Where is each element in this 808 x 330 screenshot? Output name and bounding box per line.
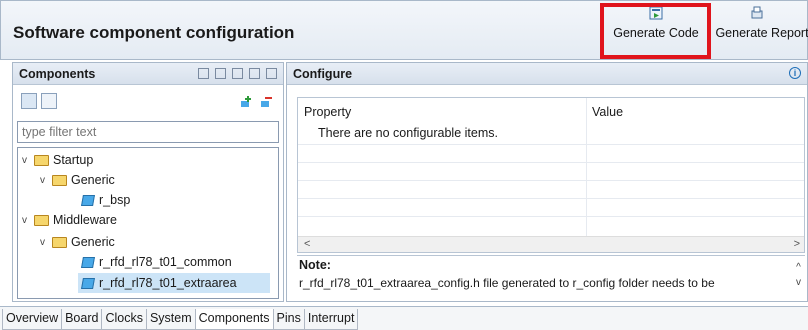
add-component-icon[interactable] [198, 68, 209, 79]
tab-system[interactable]: System [145, 309, 196, 330]
configure-panel: Configure i Property Value There are no … [286, 62, 808, 302]
note-title: Note: [299, 258, 331, 272]
tab-clocks[interactable]: Clocks [101, 309, 147, 330]
row-divider [298, 144, 804, 145]
tab-pins[interactable]: Pins [272, 309, 305, 330]
components-panel: Components v Startup v Generic r_bsp [12, 62, 284, 302]
tree-item-middleware[interactable]: v Middleware [22, 210, 117, 230]
tree-item-label: r_rfd_rl78_t01_common [99, 255, 232, 269]
tree-item-r-rfd-rl78-t01-extraarea[interactable]: r_rfd_rl78_t01_extraarea [78, 273, 270, 293]
vertical-scrollbar[interactable]: ^ v [796, 260, 801, 290]
expand-all-icon[interactable] [266, 68, 277, 79]
highlight-box [600, 3, 711, 59]
empty-message: There are no configurable items. [318, 126, 498, 140]
sort-icon[interactable] [232, 68, 243, 79]
chevron-up-icon[interactable]: ^ [796, 260, 801, 275]
chevron-right-icon[interactable]: > [794, 238, 800, 250]
folder-icon [34, 214, 49, 226]
component-icon [81, 256, 95, 268]
tree-item-label: Startup [53, 153, 94, 167]
folder-icon [52, 174, 67, 186]
info-icon[interactable]: i [789, 67, 801, 79]
tab-interrupt[interactable]: Interrupt [303, 309, 359, 330]
generate-report-icon [751, 6, 763, 19]
column-header-value: Value [592, 105, 624, 119]
folder-icon [52, 236, 67, 248]
folder-icon [34, 154, 49, 166]
tree-item-r-bsp[interactable]: r_bsp [81, 190, 131, 210]
collapse-all-icon[interactable] [249, 68, 260, 79]
chevron-down-icon[interactable]: v [22, 155, 34, 166]
property-table: Property Value There are no configurable… [297, 97, 805, 253]
tree-item-r-rfd-rl78-t01-common[interactable]: r_rfd_rl78_t01_common [81, 252, 232, 272]
remove-icon[interactable] [259, 95, 273, 109]
chevron-left-icon[interactable]: < [304, 238, 310, 250]
configure-panel-header: Configure i [287, 63, 807, 85]
row-divider [298, 198, 804, 199]
column-header-property: Property [304, 105, 352, 119]
tree-item-label: Generic [71, 235, 115, 249]
hierarchy-view-icon[interactable] [41, 93, 57, 109]
generate-report-label: Generate Report [715, 26, 808, 40]
generate-report-button[interactable]: Generate Report [706, 6, 808, 58]
components-panel-header: Components [13, 63, 283, 85]
tree-item-generic[interactable]: v Generic [40, 232, 115, 252]
horizontal-scrollbar[interactable]: < > [298, 236, 804, 252]
components-panel-title: Components [19, 67, 96, 81]
note-text: r_rfd_rl78_t01_extraarea_config.h file g… [299, 276, 715, 290]
chevron-down-icon[interactable]: v [22, 215, 34, 226]
tab-overview[interactable]: Overview [2, 309, 63, 330]
tab-board[interactable]: Board [61, 309, 103, 330]
export-icon[interactable] [215, 68, 226, 79]
tree-item-label: Middleware [53, 213, 117, 227]
filter-input[interactable] [17, 121, 279, 143]
note-area: Note: r_rfd_rl78_t01_extraarea_config.h … [297, 255, 805, 299]
row-divider [298, 180, 804, 181]
tree-item-label: r_rfd_rl78_t01_extraarea [99, 276, 237, 290]
category-view-icon[interactable] [21, 93, 37, 109]
tab-components[interactable]: Components [194, 309, 274, 330]
configure-panel-title: Configure [293, 67, 353, 81]
component-icon [81, 194, 95, 206]
row-divider [298, 216, 804, 217]
components-tree: v Startup v Generic r_bsp v Middleware v… [17, 147, 279, 299]
row-divider [298, 162, 804, 163]
tree-item-generic[interactable]: v Generic [40, 170, 115, 190]
tree-item-startup[interactable]: v Startup [22, 150, 93, 170]
chevron-down-icon[interactable]: v [40, 175, 52, 186]
tree-item-label: Generic [71, 173, 115, 187]
chevron-down-icon[interactable]: v [40, 237, 52, 248]
tree-item-label: r_bsp [99, 193, 131, 207]
component-icon [81, 277, 95, 289]
editor-tabs: Overview Board Clocks System Components … [0, 306, 808, 330]
page-title: Software component configuration [13, 23, 295, 42]
chevron-down-icon[interactable]: v [796, 275, 801, 290]
add-icon[interactable] [239, 95, 253, 109]
